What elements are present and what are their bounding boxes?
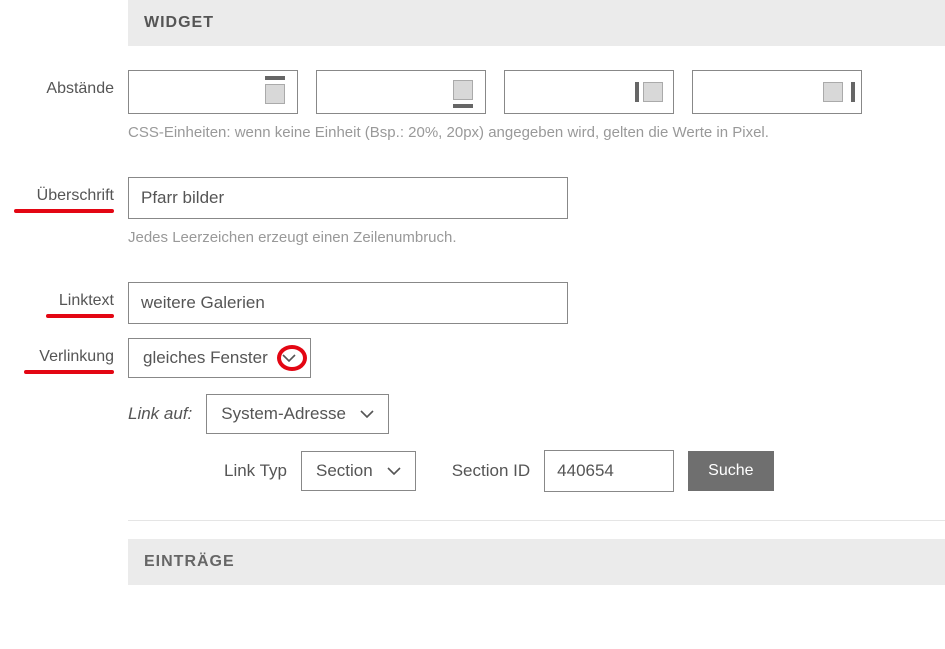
chevron-down-icon	[387, 467, 401, 475]
spacing-input-right[interactable]	[692, 70, 862, 114]
spacing-left-icon	[635, 76, 667, 108]
chevron-down-icon	[282, 354, 296, 362]
section-title: EINTRÄGE	[144, 553, 235, 570]
link-typ-select[interactable]: Section	[301, 451, 416, 491]
section-title: WIDGET	[144, 14, 214, 31]
link-on-label: Link auf:	[128, 404, 192, 424]
label-text: Abstände	[46, 80, 114, 98]
select-value: gleiches Fenster	[143, 348, 268, 368]
label-spacing: Abstände	[0, 70, 128, 98]
label-heading: Überschrift	[0, 177, 128, 205]
spacing-input-bottom[interactable]	[316, 70, 486, 114]
spacing-hint: CSS-Einheiten: wenn keine Einheit (Bsp.:…	[128, 124, 933, 141]
spacing-input-top[interactable]	[128, 70, 298, 114]
label-linktext: Linktext	[0, 282, 128, 310]
label-linking: Verlinkung	[0, 338, 128, 366]
spacing-input-left[interactable]	[504, 70, 674, 114]
row-linktext: Linktext	[0, 282, 945, 324]
heading-hint: Jedes Leerzeichen erzeugt einen Zeilenum…	[128, 229, 933, 246]
section-divider	[128, 520, 945, 521]
linktext-input[interactable]	[128, 282, 568, 324]
section-header-entries: EINTRÄGE	[128, 539, 945, 585]
spacing-bottom-icon	[447, 76, 479, 108]
select-value: Section	[316, 461, 373, 481]
spacing-right-icon	[823, 76, 855, 108]
subrow-link-on: Link auf: System-Adresse	[128, 394, 933, 434]
link-on-select[interactable]: System-Adresse	[206, 394, 389, 434]
search-button[interactable]: Suche	[688, 451, 773, 491]
section-id-label: Section ID	[452, 461, 530, 481]
label-text: Verlinkung	[39, 348, 114, 366]
heading-input[interactable]	[128, 177, 568, 219]
label-text: Linktext	[59, 292, 114, 310]
section-id-input[interactable]	[544, 450, 674, 492]
section-header-widget: WIDGET	[128, 0, 945, 46]
row-heading: Überschrift Jedes Leerzeichen erzeugt ei…	[0, 177, 945, 246]
label-text: Überschrift	[37, 187, 114, 205]
subrow-link-typ: Link Typ Section Section ID Suche	[224, 450, 933, 492]
spacing-top-icon	[259, 76, 291, 108]
linking-window-select[interactable]: gleiches Fenster	[128, 338, 311, 378]
row-spacing: Abstände	[0, 70, 945, 141]
select-value: System-Adresse	[221, 404, 346, 424]
chevron-down-icon	[360, 410, 374, 418]
row-linking: Verlinkung gleiches Fenster Link auf: Sy…	[0, 338, 945, 492]
link-typ-label: Link Typ	[224, 461, 287, 481]
